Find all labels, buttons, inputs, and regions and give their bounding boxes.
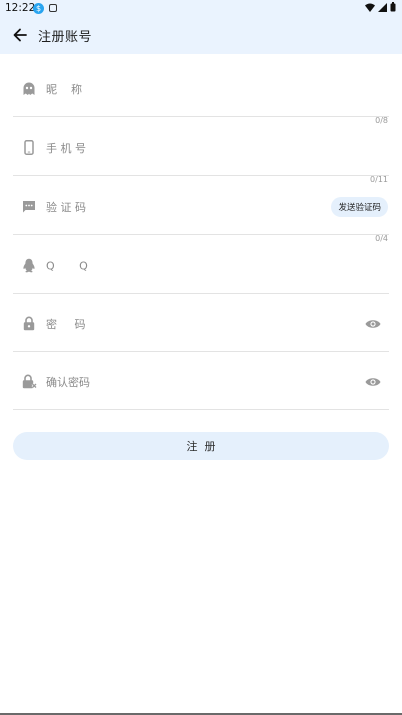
notification-badge-icon: $ <box>33 3 44 14</box>
ghost-icon <box>21 81 37 97</box>
status-time: 12:22 <box>5 2 36 14</box>
eye-icon[interactable] <box>365 376 381 388</box>
battery-icon <box>390 2 396 12</box>
verification-code-label: 验 证 码 <box>46 200 86 214</box>
lock-cancel-icon <box>21 374 37 390</box>
signal-icon <box>378 2 387 12</box>
message-icon <box>21 199 37 215</box>
send-code-button[interactable]: 发送验证码 <box>331 196 388 217</box>
password-field[interactable]: 密 码 <box>13 296 389 352</box>
confirm-password-label: 确认密码 <box>46 375 90 389</box>
page-title: 注册账号 <box>38 30 93 45</box>
verification-code-field[interactable]: 验 证 码 发送验证码 <box>13 179 389 235</box>
register-button[interactable]: 注 册 <box>13 432 389 460</box>
phone-label: 手 机 号 <box>46 141 86 155</box>
nickname-field[interactable]: 昵 称 <box>13 61 389 117</box>
register-button-label: 注 册 <box>186 440 216 453</box>
password-label: 密 码 <box>46 317 86 331</box>
back-arrow-icon <box>13 28 27 42</box>
phone-field[interactable]: 手 机 号 <box>13 120 389 176</box>
qq-label: Q Q <box>46 259 88 272</box>
lock-icon <box>21 316 37 332</box>
confirm-password-field[interactable]: 确认密码 <box>13 354 389 410</box>
status-bar: 12:22 $ <box>0 0 402 16</box>
qq-field[interactable]: Q Q <box>13 238 389 294</box>
eye-icon[interactable] <box>365 318 381 330</box>
wifi-icon <box>365 3 375 12</box>
qq-penguin-icon <box>21 258 37 274</box>
back-button[interactable] <box>8 23 32 47</box>
app-bar: 注册账号 <box>0 16 402 54</box>
nickname-label: 昵 称 <box>46 82 82 96</box>
status-indicators <box>365 2 396 12</box>
app-notification-icon <box>49 4 57 12</box>
phone-icon <box>21 140 37 156</box>
